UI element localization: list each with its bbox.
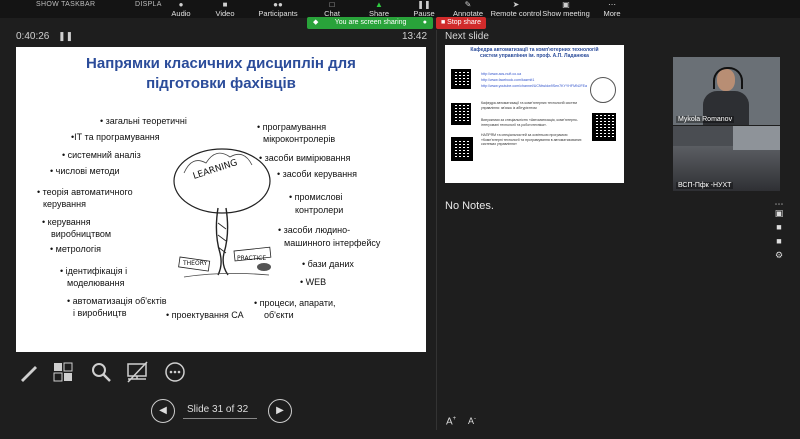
grid-icon — [53, 362, 73, 382]
slide-item: і виробництв — [73, 308, 127, 318]
slide-item: • керування — [42, 217, 91, 227]
more-icon — [165, 362, 185, 382]
link-2: http://www.facebook.com/kazmit1 — [481, 78, 535, 82]
video-button[interactable]: ■ Video — [195, 0, 255, 18]
slide-counter: Slide 31 of 32 — [187, 404, 249, 415]
video-name-2: ВСП-Пфк -НУХТ — [676, 182, 734, 189]
room-window — [733, 126, 780, 150]
more-button[interactable]: ⋯ More — [582, 0, 642, 18]
slide-item: • проектування СА — [166, 310, 244, 320]
next-slide-label: Next slide — [445, 31, 489, 42]
learning-tree-illustration: LEARNING PRACTICE THEORY — [173, 148, 272, 278]
video-label: Video — [215, 9, 235, 18]
slide-item: виробництвом — [51, 229, 112, 239]
qr-code-4 — [451, 137, 473, 161]
screen-icon — [127, 361, 148, 383]
slide-item: моделювання — [67, 278, 125, 288]
slide-item: об'єкти — [264, 310, 294, 320]
more-options-tool[interactable] — [164, 361, 188, 385]
slide-counter-underline — [183, 418, 257, 419]
slide-item: • числові методи — [50, 166, 120, 176]
elapsed-timer: 0:40:26 — [16, 31, 50, 42]
link-3: http://www.youtube.com/channel/UCNtwIdw9… — [481, 84, 588, 88]
slide-title-line-1: Напрямки класичних дисциплін для — [86, 55, 356, 72]
slide-item: керування — [43, 199, 86, 209]
slide-item: •ІТ та програмування — [71, 132, 160, 142]
tree-word-theory: THEORY — [182, 260, 207, 267]
qr-code-3 — [592, 113, 616, 141]
see-all-slides-tool[interactable] — [52, 361, 76, 385]
camera-icon: ■ — [222, 0, 228, 9]
more-icon: ⋯ — [608, 0, 616, 9]
screen-sharing-indicator[interactable]: ◆ You are screen sharing ● — [307, 17, 433, 29]
shield-icon: ◆ — [313, 19, 319, 26]
shield-check-icon: ● — [422, 19, 427, 26]
slide-item: • автоматизація об'єктів — [67, 296, 167, 306]
increase-font-button[interactable]: A+ — [446, 416, 456, 427]
video-camera-icon[interactable]: ■ — [772, 222, 786, 232]
stop-icon: ■ — [440, 19, 446, 26]
panel-divider[interactable] — [436, 30, 437, 430]
decrease-font-button[interactable]: A- — [468, 416, 476, 426]
gear-icon[interactable]: ⚙ — [772, 250, 786, 261]
zoom-tool[interactable] — [90, 361, 114, 385]
video-tile-2[interactable]: ВСП-Пфк -НУХТ — [673, 126, 780, 191]
link-1: http://www.acs-nuft.co.ua — [481, 72, 522, 76]
sharing-status-text: You are screen sharing — [334, 19, 407, 26]
headset-icon — [713, 67, 743, 89]
show-taskbar-button[interactable]: SHOW TASKBAR — [36, 1, 95, 8]
pause-timer-icon[interactable]: ❚❚ — [58, 31, 73, 42]
tree-word-practice: PRACTICE — [237, 255, 266, 262]
previous-slide-button[interactable]: ◀ — [151, 399, 175, 423]
next-slide-text-3: НАПРЯМ та спеціальностей за освітньою пр… — [481, 133, 582, 146]
slide-item: • процеси, апарати, — [254, 298, 336, 308]
qr-code-1 — [451, 69, 471, 89]
slide-title-line-2: підготовки фахівців — [146, 75, 296, 92]
more-label: More — [603, 9, 621, 18]
slide-item: • загальні теоретичні — [100, 116, 187, 126]
participants-button[interactable]: ●● Participants — [248, 0, 308, 18]
video-toggle-icon[interactable]: ■ — [772, 236, 786, 246]
chevron-right-icon: ▶ — [276, 405, 284, 416]
next-slide-thumbnail[interactable]: Кафедра автоматизації та комп'ютерних те… — [445, 45, 624, 183]
qr-code-2 — [451, 103, 471, 125]
video-tile-1[interactable]: Mykola Romanov — [673, 57, 780, 125]
slide-item: • бази даних — [302, 259, 354, 269]
video-name-1: Mykola Romanov — [676, 116, 735, 123]
next-slide-title: Кафедра автоматизації та комп'ютерних те… — [445, 47, 624, 59]
stop-share-label: Stop share — [447, 19, 482, 26]
network-logo-icon — [590, 77, 616, 103]
current-slide: Напрямки класичних дисциплін для підгото… — [16, 47, 426, 352]
black-screen-tool[interactable] — [126, 361, 150, 385]
next-slide-text-1: Кафедра автоматизації та комп'ютерних те… — [481, 101, 577, 110]
slide-title: Напрямки класичних дисциплін для підгото… — [16, 54, 426, 94]
slide-item: • системний аналіз — [62, 150, 141, 160]
slide-item: • ідентифікація і — [60, 266, 128, 276]
search-icon — [92, 363, 111, 382]
camera-switch-icon[interactable]: ▣ — [772, 208, 786, 219]
slide-item: • засоби людино- — [278, 225, 351, 235]
participants-icon: ●● — [273, 0, 283, 9]
slide-item: • програмування — [257, 122, 327, 132]
next-slide-title-2: систем управління ім. проф. А.П. Ладанюк… — [480, 53, 589, 59]
slide-item: • промислові — [289, 192, 343, 202]
slide-item: • WEB — [300, 277, 327, 287]
speaker-notes: No Notes. — [445, 200, 494, 212]
slide-item: машинного інтерфейсу — [284, 238, 381, 248]
slide-item: • теорія автоматичного — [37, 187, 133, 197]
participants-label: Participants — [258, 9, 298, 18]
pen-icon — [21, 366, 37, 382]
chevron-left-icon: ◀ — [159, 405, 167, 416]
slide-item: контролери — [295, 205, 344, 215]
slide-item: • метрологія — [50, 244, 101, 254]
top-toolbar: SHOW TASKBAR DISPLA ● Audio ■ Video ●● P… — [0, 0, 800, 18]
pen-tool[interactable] — [18, 361, 42, 385]
next-slide-button[interactable]: ▶ — [268, 399, 292, 423]
clock: 13:42 — [402, 31, 428, 42]
next-slide-text-2: Випускники за спеціальністю «Автоматизац… — [481, 118, 579, 127]
slide-item: • засоби керування — [277, 169, 358, 179]
stop-share-button[interactable]: ■ Stop share — [436, 17, 486, 29]
